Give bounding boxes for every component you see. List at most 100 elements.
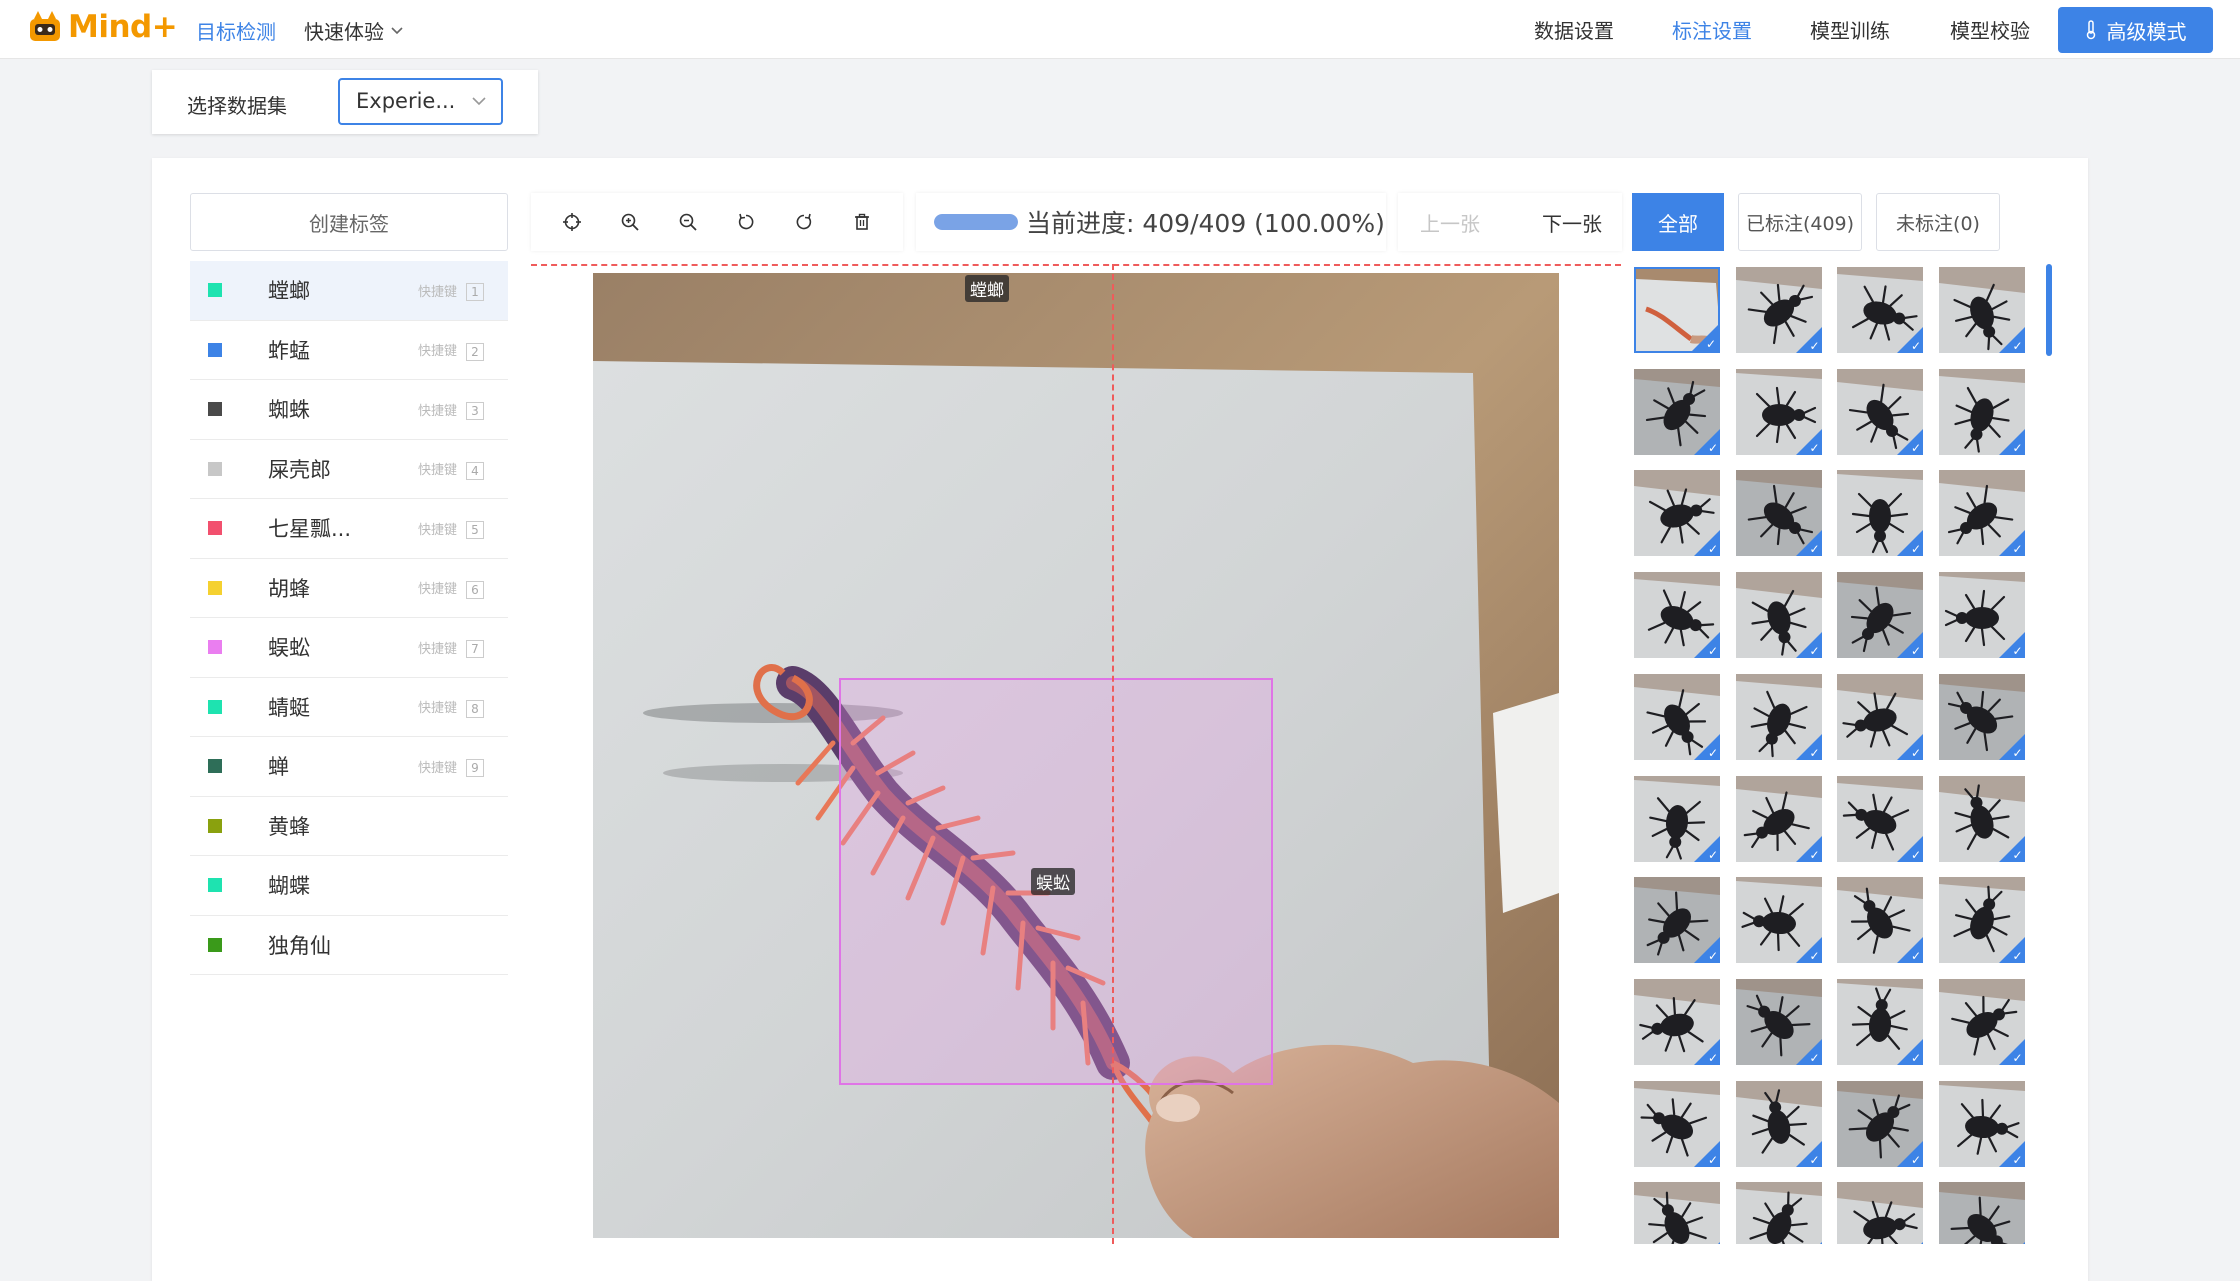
thumbnail[interactable]: ✓ bbox=[1735, 1182, 1822, 1244]
checkmark-icon: ✓ bbox=[2012, 745, 2023, 760]
create-label-button[interactable]: 创建标签 bbox=[190, 193, 508, 251]
checkmark-icon: ✓ bbox=[1910, 339, 1921, 353]
thumbnail[interactable]: ✓ bbox=[1735, 775, 1822, 862]
thumbnail[interactable]: ✓ bbox=[1938, 470, 2025, 557]
label-item[interactable]: 蝴蝶 bbox=[190, 856, 508, 916]
thumbnail[interactable]: ✓ bbox=[1938, 1080, 2025, 1167]
label-item[interactable]: 黄蜂 bbox=[190, 796, 508, 856]
checkmark-icon: ✓ bbox=[1809, 745, 1820, 760]
advanced-mode-button[interactable]: 高级模式 bbox=[2058, 7, 2213, 53]
label-color-swatch bbox=[208, 759, 222, 774]
label-name: 蜻蜓 bbox=[268, 695, 310, 720]
thumbnail[interactable]: ✓ bbox=[1634, 572, 1720, 659]
thumbnail[interactable]: ✓ bbox=[1735, 877, 1822, 964]
label-item[interactable]: 七星瓢... 快捷键 5 bbox=[190, 499, 508, 559]
thumbnail[interactable]: ✓ bbox=[1634, 775, 1720, 862]
zoom-out-icon[interactable] bbox=[674, 208, 702, 236]
rotate-left-icon[interactable] bbox=[732, 208, 760, 236]
thumbnail[interactable]: ✓ bbox=[1735, 267, 1822, 353]
dataset-select[interactable]: Experie... bbox=[338, 78, 503, 125]
nav-quick-experience[interactable]: 快速体验 bbox=[304, 16, 404, 45]
checkmark-icon: ✓ bbox=[1910, 745, 1921, 760]
annotated-photo[interactable]: 蜈蚣 螳螂 bbox=[593, 273, 1559, 1238]
nav-data-settings[interactable]: 数据设置 bbox=[1534, 15, 1614, 44]
label-color-swatch bbox=[208, 461, 222, 476]
thumbnail[interactable]: ✓ bbox=[1837, 775, 1923, 862]
thumbnail[interactable]: ✓ bbox=[1735, 673, 1822, 760]
label-color-swatch bbox=[208, 640, 222, 655]
thumbnail[interactable]: ✓ bbox=[1938, 978, 2025, 1065]
shortcut-label: 快捷键 bbox=[418, 760, 458, 776]
label-item[interactable]: 蜘蛛 快捷键 3 bbox=[190, 380, 508, 440]
thumbnail[interactable]: ✓ bbox=[1938, 877, 2025, 964]
thumbnail[interactable]: ✓ bbox=[1938, 673, 2025, 760]
filter-labeled-tab[interactable]: 已标注(409) bbox=[1738, 193, 1862, 251]
thumbnail[interactable]: ✓ bbox=[1938, 572, 2025, 659]
thumbnail[interactable]: ✓ bbox=[1837, 470, 1923, 557]
next-image-button[interactable]: 下一张 bbox=[1542, 208, 1602, 237]
filter-all-tab[interactable]: 全部 bbox=[1632, 193, 1724, 251]
thumbnail[interactable]: ✓ bbox=[1837, 1182, 1923, 1244]
thumbnail[interactable]: ✓ bbox=[1837, 877, 1923, 964]
thumbnail[interactable]: ✓ bbox=[1634, 267, 1720, 353]
mind-plus-logo[interactable]: Mind+ bbox=[26, 8, 178, 46]
bbox-label: 蜈蚣 bbox=[1031, 868, 1075, 895]
filter-unlabeled-tab[interactable]: 未标注(0) bbox=[1876, 193, 2000, 251]
nav-model-validation[interactable]: 模型校验 bbox=[1950, 15, 2030, 44]
thumbnail[interactable]: ✓ bbox=[1837, 978, 1923, 1065]
thumbnail[interactable]: ✓ bbox=[1735, 470, 1822, 557]
crosshair-icon[interactable] bbox=[558, 208, 586, 236]
label-item[interactable]: 胡蜂 快捷键 6 bbox=[190, 558, 508, 618]
previous-image-button[interactable]: 上一张 bbox=[1420, 208, 1480, 237]
label-item[interactable]: 独角仙 bbox=[190, 915, 508, 975]
thumbnail[interactable]: ✓ bbox=[1735, 978, 1822, 1065]
thumbnail[interactable]: ✓ bbox=[1634, 673, 1720, 760]
thumbnail[interactable]: ✓ bbox=[1837, 267, 1923, 353]
checkmark-icon: ✓ bbox=[2012, 644, 2023, 659]
thumbnail[interactable]: ✓ bbox=[1837, 673, 1923, 760]
thumbnail[interactable]: ✓ bbox=[1634, 368, 1720, 455]
zoom-in-icon[interactable] bbox=[616, 208, 644, 236]
checkmark-icon: ✓ bbox=[2012, 949, 2023, 964]
rotate-right-icon[interactable] bbox=[790, 208, 818, 236]
thumbnail[interactable]: ✓ bbox=[1634, 1080, 1720, 1167]
nav-label-settings[interactable]: 标注设置 bbox=[1672, 15, 1752, 44]
annotation-canvas[interactable]: 蜈蚣 螳螂 bbox=[531, 264, 1621, 1244]
checkmark-icon: ✓ bbox=[1707, 1152, 1718, 1167]
thumbnail[interactable]: ✓ bbox=[1938, 368, 2025, 455]
label-item[interactable]: 屎壳郎 快捷键 4 bbox=[190, 439, 508, 499]
thumbnail[interactable]: ✓ bbox=[1634, 470, 1720, 557]
labeled-check-badge bbox=[1694, 1242, 1720, 1244]
thumbnail[interactable]: ✓ bbox=[1938, 267, 2025, 353]
label-item[interactable]: 蜻蜓 快捷键 8 bbox=[190, 677, 508, 737]
crosshair-label: 螳螂 bbox=[965, 275, 1009, 302]
progress-bar-fill bbox=[934, 214, 1018, 230]
thumbnail[interactable]: ✓ bbox=[1735, 1080, 1822, 1167]
bounding-box-centipede[interactable]: 蜈蚣 bbox=[839, 678, 1273, 1085]
label-item[interactable]: 蜈蚣 快捷键 7 bbox=[190, 618, 508, 678]
progress-text: 当前进度: 409/409 (100.00%) bbox=[1026, 209, 1385, 238]
shortcut-label: 快捷键 bbox=[418, 463, 458, 479]
thumbnail[interactable]: ✓ bbox=[1938, 775, 2025, 862]
thumbnail[interactable]: ✓ bbox=[1735, 572, 1822, 659]
thumbnail[interactable]: ✓ bbox=[1634, 1182, 1720, 1244]
nav-object-detection[interactable]: 目标检测 bbox=[196, 16, 276, 45]
checkmark-icon: ✓ bbox=[1910, 1152, 1921, 1167]
thumbnail[interactable]: ✓ bbox=[1837, 572, 1923, 659]
label-item[interactable]: 蚱蜢 快捷键 2 bbox=[190, 320, 508, 380]
checkmark-icon: ✓ bbox=[1707, 745, 1718, 760]
thumbnail[interactable]: ✓ bbox=[1837, 1080, 1923, 1167]
label-item[interactable]: 蝉 快捷键 9 bbox=[190, 737, 508, 797]
thumbnail-scrollbar[interactable] bbox=[2046, 264, 2052, 356]
label-name: 屎壳郎 bbox=[268, 457, 331, 482]
thumbnail[interactable]: ✓ bbox=[1634, 978, 1720, 1065]
label-name: 独角仙 bbox=[268, 933, 331, 958]
delete-icon[interactable] bbox=[848, 208, 876, 236]
nav-model-training[interactable]: 模型训练 bbox=[1810, 15, 1890, 44]
thumbnail[interactable]: ✓ bbox=[1634, 877, 1720, 964]
dataset-select-value: Experie... bbox=[356, 89, 456, 113]
thumbnail[interactable]: ✓ bbox=[1938, 1182, 2025, 1244]
label-item[interactable]: 螳螂 快捷键 1 bbox=[190, 261, 508, 321]
thumbnail[interactable]: ✓ bbox=[1735, 368, 1822, 455]
thumbnail[interactable]: ✓ bbox=[1837, 368, 1923, 455]
